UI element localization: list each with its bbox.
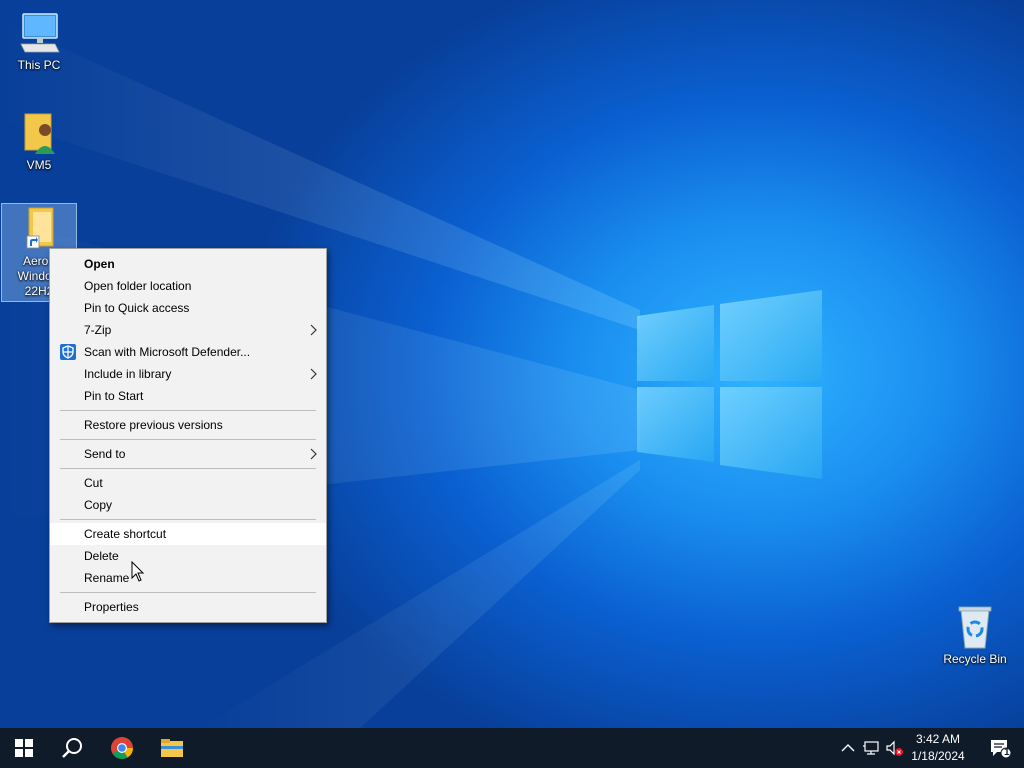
menu-item-label: Send to	[84, 447, 126, 461]
menu-item-copy[interactable]: Copy	[50, 494, 326, 516]
desktop-icon-label: This PC	[17, 58, 61, 72]
chevron-right-icon	[310, 448, 317, 460]
menu-item-7zip[interactable]: 7-Zip	[50, 319, 326, 341]
show-hidden-icons-chevron-up-icon[interactable]	[838, 738, 858, 758]
menu-item-restore-versions[interactable]: Restore previous versions	[50, 414, 326, 436]
menu-item-rename[interactable]: Rename	[50, 567, 326, 589]
menu-item-cut[interactable]: Cut	[50, 472, 326, 494]
recycle-bin-icon	[951, 602, 999, 650]
menu-item-label: Include in library	[84, 367, 172, 381]
taskbar: 3:42 AM 1/18/2024 1	[0, 728, 1024, 768]
this-pc-icon	[15, 8, 63, 56]
taskbar-chrome-button[interactable]	[98, 728, 146, 768]
context-menu: Open Open folder location Pin to Quick a…	[49, 248, 327, 623]
taskbar-clock[interactable]: 3:42 AM 1/18/2024	[904, 731, 972, 765]
search-button[interactable]	[48, 728, 96, 768]
volume-muted-icon[interactable]	[884, 738, 904, 758]
folder-shortcut-icon	[15, 204, 63, 252]
menu-item-scan-defender[interactable]: Scan with Microsoft Defender...	[50, 341, 326, 363]
menu-separator	[60, 468, 316, 469]
menu-separator	[60, 439, 316, 440]
windows-logo-icon	[15, 739, 33, 757]
menu-item-delete[interactable]: Delete	[50, 545, 326, 567]
menu-separator	[60, 519, 316, 520]
defender-shield-icon	[60, 344, 76, 360]
clock-time: 3:42 AM	[915, 732, 961, 746]
notification-count-badge: 1	[1004, 747, 1010, 758]
menu-item-pin-quick-access[interactable]: Pin to Quick access	[50, 297, 326, 319]
menu-item-properties[interactable]: Properties	[50, 596, 326, 618]
clock-date: 1/18/2024	[911, 749, 965, 763]
desktop-icon-recycle-bin[interactable]: Recycle Bin	[936, 602, 1014, 667]
start-button[interactable]	[0, 728, 48, 768]
menu-item-open-folder-location[interactable]: Open folder location	[50, 275, 326, 297]
menu-separator	[60, 410, 316, 411]
chevron-right-icon	[310, 324, 317, 336]
menu-separator	[60, 592, 316, 593]
file-explorer-icon	[161, 739, 183, 757]
chrome-icon	[111, 737, 133, 759]
desktop-icon-this-pc[interactable]: This PC	[0, 8, 78, 73]
desktop-icon-label: VM5	[26, 158, 52, 172]
user-folder-icon	[15, 108, 63, 156]
desktop-icon-vm5[interactable]: VM5	[0, 108, 78, 173]
taskbar-file-explorer-button[interactable]	[148, 728, 196, 768]
chevron-right-icon	[310, 368, 317, 380]
search-icon	[62, 738, 82, 758]
menu-item-send-to[interactable]: Send to	[50, 443, 326, 465]
desktop-icon-label: Recycle Bin	[943, 652, 1007, 666]
menu-item-label: Scan with Microsoft Defender...	[84, 345, 251, 359]
menu-item-open[interactable]: Open	[50, 253, 326, 275]
network-icon[interactable]	[862, 738, 882, 758]
mouse-cursor-icon	[131, 561, 145, 582]
menu-item-label: 7-Zip	[84, 323, 112, 337]
menu-item-create-shortcut[interactable]: Create shortcut	[50, 523, 326, 545]
action-center-button[interactable]: 1	[976, 728, 1024, 768]
menu-item-include-library[interactable]: Include in library	[50, 363, 326, 385]
menu-item-pin-start[interactable]: Pin to Start	[50, 385, 326, 407]
